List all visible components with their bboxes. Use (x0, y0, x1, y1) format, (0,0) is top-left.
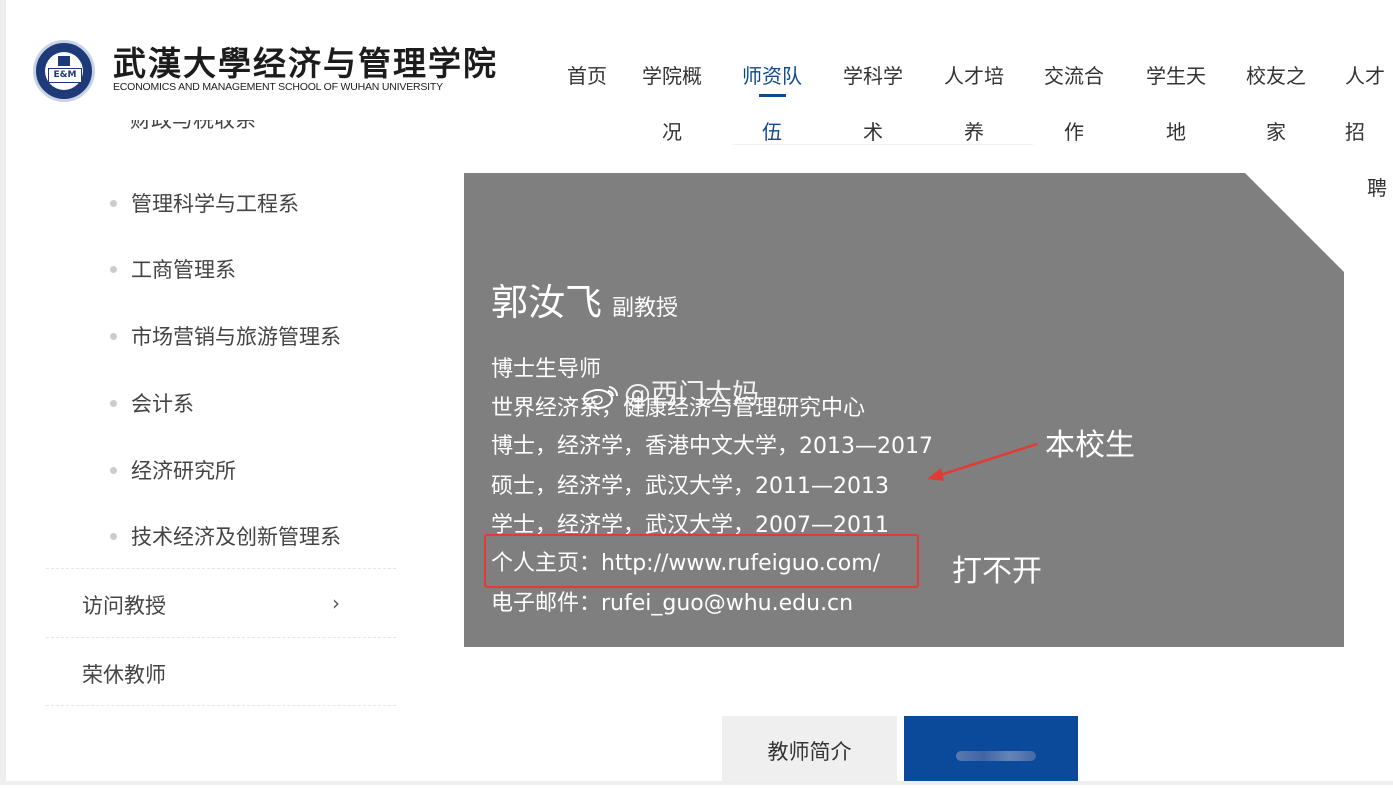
nav-students[interactable]: 学生天 地 (1144, 48, 1208, 160)
weibo-icon (583, 385, 619, 409)
logo-chinese-name[interactable]: 武漢大學经济与管理学院 (113, 45, 498, 83)
annotation-alumni: 本校生 (1045, 428, 1135, 463)
sidebar-subitem-label: 市场营销与旅游管理系 (131, 325, 341, 349)
nav-alumni[interactable]: 校友之 家 (1244, 48, 1308, 160)
tab-teacher-intro[interactable]: 教师简介 (722, 716, 897, 785)
nav-home[interactable]: 首页 (555, 48, 619, 104)
sidebar-subitem-label: 技术经济及创新管理系 (131, 525, 341, 549)
nav-about[interactable]: 学院概 况 (640, 48, 704, 160)
teacher-title: 副教授 (612, 296, 679, 321)
sidebar-divider (46, 568, 396, 569)
sidebar-subitem-tech-innovation[interactable]: 技术经济及创新管理系 (110, 521, 341, 551)
sidebar-divider (46, 637, 396, 638)
nav-label-wrap: 术 (863, 120, 883, 144)
nav-label-wrap: 聘 (1367, 176, 1387, 200)
profile-email[interactable]: 电子邮件：rufei_guo@whu.edu.cn (491, 585, 853, 617)
broken-link-highlight (484, 534, 919, 588)
annotation-arrow-icon (927, 442, 1038, 481)
tab-secondary[interactable] (904, 716, 1078, 785)
watermark-text: @西门大妈 (624, 379, 759, 410)
weibo-watermark: @西门大妈 (582, 372, 759, 411)
bullet-icon (110, 266, 117, 273)
nav-label-wrap: 作 (1064, 120, 1084, 144)
bullet-icon (110, 533, 117, 540)
logo-badge: E&M (48, 68, 82, 83)
nav-label: 学科学 (843, 64, 903, 88)
sidebar-subitem-label: 经济研究所 (131, 459, 236, 483)
sidebar-subitem-label: 管理科学与工程系 (131, 192, 299, 216)
nav-label: 人才培 (944, 64, 1004, 88)
blurred-tab-label (956, 751, 1036, 761)
nav-label: 校友之 (1246, 64, 1306, 88)
nav-label: 人才招 (1345, 64, 1385, 144)
sidebar-subitem-economics-institute[interactable]: 经济研究所 (110, 455, 236, 485)
nav-label: 师资队 (742, 64, 802, 88)
sidebar-item-cut-off[interactable]: 财政与税收系 (130, 120, 256, 148)
sidebar-item-visiting-professors[interactable]: 访问教授 (82, 590, 166, 620)
bullet-icon (110, 467, 117, 474)
sidebar-subitem-label: 工商管理系 (131, 258, 236, 282)
nav-careers[interactable]: 人才招 聘 (1345, 48, 1393, 216)
sidebar-subitem-accounting[interactable]: 会计系 (110, 388, 194, 418)
sidebar-item-emeritus[interactable]: 荣休教师 (82, 659, 166, 689)
sidebar-subitem-management-science[interactable]: 管理科学与工程系 (110, 188, 299, 218)
nav-label-wrap: 家 (1266, 120, 1286, 144)
sidebar-divider (46, 705, 396, 706)
chevron-right-icon[interactable]: › (332, 591, 340, 615)
nav-label: 学生天 (1146, 64, 1206, 88)
nav-label-wrap: 养 (964, 120, 984, 144)
bullet-icon (110, 333, 117, 340)
window-bottom-edge (0, 781, 1393, 785)
nav-label: 交流合 (1044, 64, 1104, 88)
sidebar-subitem-marketing-tourism[interactable]: 市场营销与旅游管理系 (110, 321, 341, 351)
nav-label: 学院概 (642, 64, 702, 88)
school-emblem-icon[interactable]: E&M (33, 40, 95, 102)
nav-exchange[interactable]: 交流合 作 (1042, 48, 1106, 160)
nav-divider (733, 144, 1033, 145)
annotation-broken-link: 打不开 (952, 554, 1042, 589)
sidebar-subitem-business-admin[interactable]: 工商管理系 (110, 254, 236, 284)
active-nav-indicator (759, 94, 786, 97)
bullet-icon (110, 200, 117, 207)
nav-label-wrap: 况 (662, 120, 682, 144)
nav-label-wrap: 地 (1166, 120, 1186, 144)
profile-masters: 硕士，经济学，武汉大学，2011—2013 (491, 474, 889, 499)
bullet-icon (110, 400, 117, 407)
sidebar-subitem-label: 会计系 (131, 392, 194, 416)
nav-label-wrap: 伍 (762, 120, 782, 144)
profile-phd: 博士，经济学，香港中文大学，2013—2017 (491, 434, 933, 459)
teacher-name: 郭汝飞 (491, 281, 602, 324)
profile-name: 郭汝飞 副教授 (491, 272, 678, 326)
nav-label: 首页 (567, 64, 607, 88)
logo-english-name: ECONOMICS AND MANAGEMENT SCHOOL OF WUHAN… (113, 81, 443, 93)
